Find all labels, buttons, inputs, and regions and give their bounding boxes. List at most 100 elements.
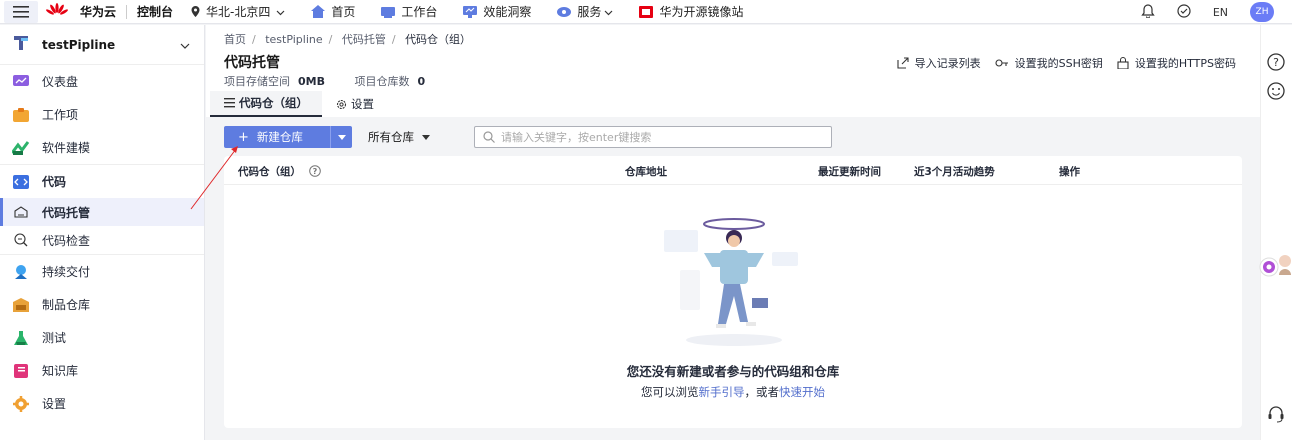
list-icon: [224, 98, 235, 108]
ssh-key-link[interactable]: 设置我的SSH密钥: [995, 55, 1103, 71]
workitems-icon: [12, 106, 30, 124]
chevron-down-icon: [604, 5, 613, 19]
top-bar: 华为云 控制台 华北-北京四 首页 工作台 效能洞察 服务 华为开源镜像站 EN…: [0, 0, 1292, 24]
https-password-link[interactable]: 设置我的HTTPS密码: [1117, 55, 1236, 71]
todo-check-icon[interactable]: [1177, 3, 1191, 21]
sidebar-item-code[interactable]: 代码: [0, 165, 204, 198]
column-header-trend: 近3个月活动趋势: [914, 166, 995, 178]
workbench-icon: [381, 6, 396, 18]
sidebar-item-code-check[interactable]: 代码检查: [0, 226, 204, 254]
help-icon[interactable]: ?: [1267, 53, 1285, 74]
nav-home[interactable]: 首页: [311, 3, 355, 20]
breadcrumb-current: 代码仓（组）: [405, 33, 472, 46]
tab-repositories[interactable]: 代码仓（组）: [210, 91, 322, 117]
customer-service-headset-icon[interactable]: [1267, 405, 1285, 426]
location-pin-icon: [191, 6, 200, 17]
chevron-down-icon: [276, 5, 285, 19]
breadcrumb: 首页 / testPipline / 代码托管 / 代码仓（组）: [224, 33, 472, 46]
assistant-avatar-icon[interactable]: [1255, 253, 1291, 280]
gear-icon: [12, 395, 30, 413]
right-rail: ?: [1259, 25, 1292, 440]
sidebar-item-dashboard[interactable]: 仪表盘: [0, 65, 204, 98]
code-check-icon: [12, 231, 30, 249]
breadcrumb-code-hosting[interactable]: 代码托管: [342, 33, 386, 46]
breadcrumb-project[interactable]: testPipline: [265, 33, 322, 46]
menu-icon[interactable]: [4, 0, 38, 23]
sidebar-item-modeling[interactable]: 软件建模: [0, 131, 204, 164]
main-content: 首页 / testPipline / 代码托管 / 代码仓（组） 代码托管 项目存储空…: [206, 25, 1260, 440]
sidebar-item-label: 知识库: [42, 364, 79, 378]
new-repo-button[interactable]: + 新建仓库: [224, 126, 330, 148]
nav-workbench[interactable]: 工作台: [381, 3, 437, 20]
column-header-updated: 最近更新时间: [818, 166, 881, 178]
empty-desc-prefix: 您可以浏览: [641, 385, 699, 399]
tab-settings-label: 设置: [351, 97, 374, 111]
artifacts-icon: [12, 296, 30, 314]
region-selector[interactable]: 华北-北京四: [191, 3, 285, 20]
sidebar-item-label: 设置: [42, 397, 67, 411]
huawei-logo[interactable]: 华为云: [44, 2, 116, 21]
sidebar-item-settings[interactable]: 设置: [0, 387, 204, 420]
ssh-key-label: 设置我的SSH密钥: [1014, 57, 1103, 70]
console-link[interactable]: 控制台: [137, 3, 173, 20]
project-name: testPipline: [42, 37, 116, 52]
beginner-guide-link[interactable]: 新手引导: [699, 385, 745, 399]
sidebar-item-workitems[interactable]: 工作项: [0, 98, 204, 131]
nav-services[interactable]: 服务: [557, 3, 613, 20]
code-icon: [12, 173, 30, 191]
repo-count-value: 0: [417, 75, 426, 88]
bell-icon[interactable]: [1141, 3, 1155, 21]
sidebar-item-label: 代码托管: [42, 205, 91, 220]
import-records-link[interactable]: 导入记录列表: [897, 55, 981, 71]
nav-insight-label: 效能洞察: [483, 5, 532, 19]
repo-house-icon: [12, 203, 30, 221]
sidebar-item-code-hosting[interactable]: 代码托管: [0, 198, 204, 226]
tab-repositories-label: 代码仓（组）: [239, 96, 308, 110]
home-icon: [311, 5, 326, 18]
search-icon: [483, 131, 495, 143]
breadcrumb-home[interactable]: 首页: [224, 33, 246, 46]
sidebar-item-label: 代码: [42, 175, 67, 189]
plus-icon: +: [238, 129, 249, 145]
nav-services-label: 服务: [577, 5, 602, 19]
tab-settings[interactable]: 设置: [322, 91, 388, 117]
table-header: 代码仓（组） ? 仓库地址 最近更新时间 近3个月活动趋势 操作: [224, 156, 1242, 185]
repo-filter-select[interactable]: 所有仓库: [368, 129, 430, 145]
wiki-book-icon: [12, 362, 30, 380]
key-icon: [995, 59, 1008, 67]
page-title: 代码托管: [224, 55, 280, 71]
topbar-right: EN ZH: [1141, 0, 1292, 24]
search-input[interactable]: [501, 130, 821, 144]
delivery-icon: [12, 263, 30, 281]
sidebar: testPipline 仪表盘 工作项 软件建模 代码 代码托管 代码检查 持续…: [0, 25, 205, 440]
project-selector[interactable]: testPipline: [0, 25, 204, 65]
sidebar-item-delivery[interactable]: 持续交付: [0, 255, 204, 288]
empty-state-title: 您还没有新建或者参与的代码组和仓库: [626, 364, 840, 379]
new-repo-dropdown[interactable]: [330, 126, 352, 148]
language-switch[interactable]: EN: [1213, 6, 1228, 19]
import-icon: [897, 57, 909, 69]
sidebar-item-artifacts[interactable]: 制品仓库: [0, 288, 204, 321]
project-icon: [12, 34, 30, 55]
new-repo-label: 新建仓库: [256, 130, 303, 144]
sidebar-item-label: 仪表盘: [42, 75, 79, 89]
feedback-smile-icon[interactable]: [1267, 82, 1285, 103]
empty-state-illustration: [664, 218, 798, 346]
services-icon: [557, 6, 572, 18]
new-repo-split-button: + 新建仓库: [224, 126, 352, 148]
nav-mirror[interactable]: 华为开源镜像站: [639, 3, 743, 20]
help-icon[interactable]: ?: [308, 165, 321, 177]
avatar[interactable]: ZH: [1250, 2, 1274, 22]
quick-start-link[interactable]: 快速开始: [779, 385, 825, 399]
nav-insight[interactable]: 效能洞察: [463, 3, 531, 20]
svg-text:?: ?: [312, 167, 317, 176]
caret-down-icon: [337, 134, 346, 140]
chevron-down-icon: [180, 38, 190, 52]
repo-table-panel: 代码仓（组） ? 仓库地址 最近更新时间 近3个月活动趋势 操作 您还没有新建或…: [224, 156, 1242, 428]
gear-icon: [336, 99, 347, 109]
sidebar-item-testing[interactable]: 测试: [0, 321, 204, 354]
sidebar-item-wiki[interactable]: 知识库: [0, 354, 204, 387]
empty-state-description: 您可以浏览新手引导，或者快速开始: [224, 384, 1242, 400]
nav-home-label: 首页: [331, 5, 356, 19]
storage-label: 项目存储空间: [224, 75, 290, 88]
